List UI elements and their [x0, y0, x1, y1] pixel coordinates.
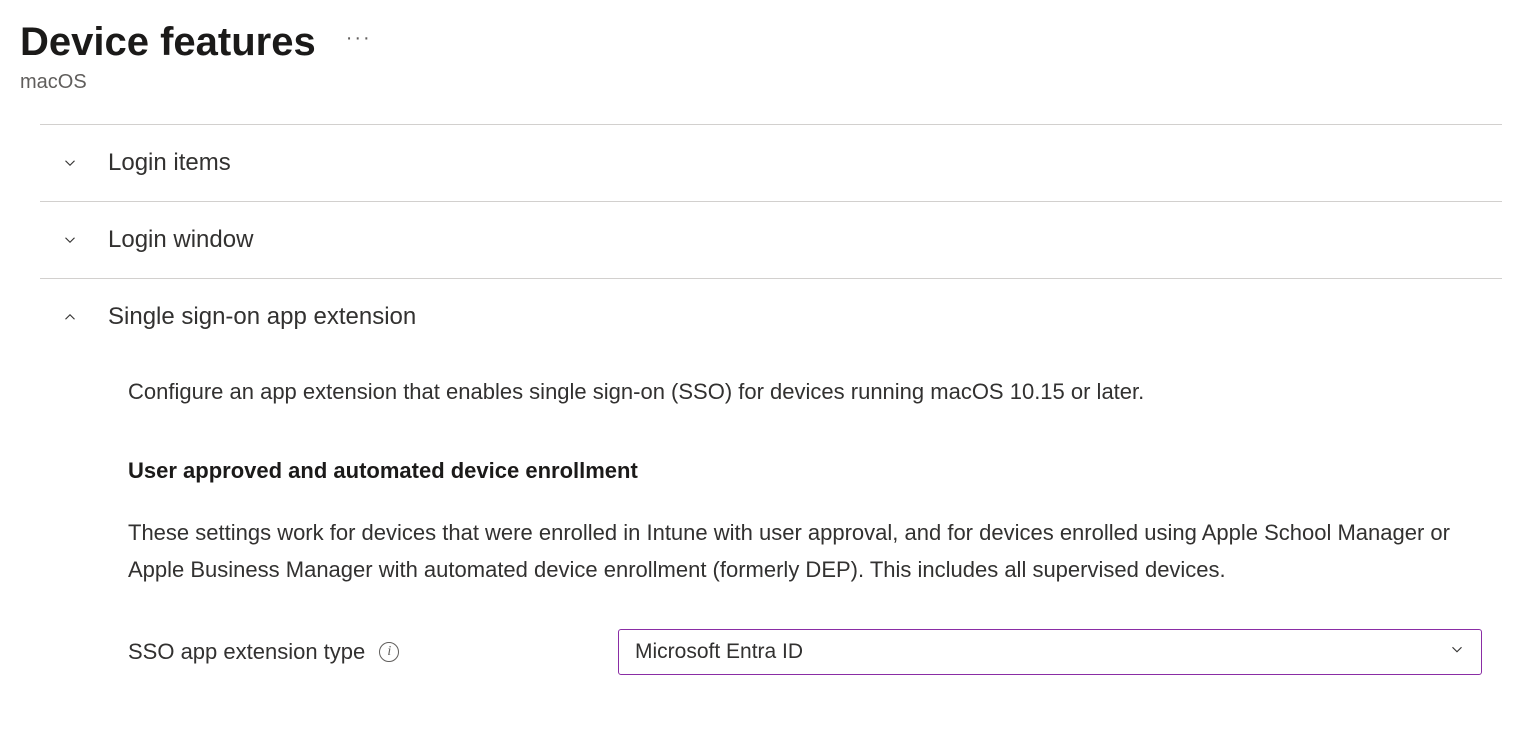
- chevron-up-icon: [60, 307, 80, 327]
- extension-type-select[interactable]: Microsoft Entra ID: [618, 629, 1482, 675]
- sso-subheading: User approved and automated device enrol…: [128, 458, 1482, 484]
- accordion-title: Single sign-on app extension: [108, 303, 416, 331]
- accordion-header-sso[interactable]: Single sign-on app extension: [40, 299, 1502, 335]
- form-row-extension-type: SSO app extension type i Microsoft Entra…: [128, 629, 1482, 675]
- accordion-content: Configure an app extension that enables …: [40, 335, 1502, 675]
- label-text: SSO app extension type: [128, 639, 365, 665]
- section-sso: Single sign-on app extension Configure a…: [40, 278, 1502, 695]
- sso-description: Configure an app extension that enables …: [128, 375, 1482, 408]
- page-subtitle: macOS: [20, 71, 1502, 94]
- accordion-header-login-items[interactable]: Login items: [40, 145, 1502, 181]
- more-icon[interactable]: ···: [346, 27, 372, 58]
- accordion-title: Login items: [108, 149, 231, 177]
- page-title: Device features: [20, 20, 316, 65]
- accordion-title: Login window: [108, 226, 253, 254]
- accordion-header-login-window[interactable]: Login window: [40, 222, 1502, 258]
- select-wrapper: Microsoft Entra ID: [618, 629, 1482, 675]
- section-login-window: Login window: [40, 201, 1502, 278]
- chevron-down-icon: [60, 230, 80, 250]
- section-login-items: Login items: [40, 124, 1502, 201]
- info-icon[interactable]: i: [379, 642, 399, 662]
- extension-type-label: SSO app extension type i: [128, 639, 598, 665]
- sso-body-text: These settings work for devices that wer…: [128, 514, 1482, 589]
- page-header: Device features ··· macOS: [20, 20, 1502, 94]
- chevron-down-icon: [60, 153, 80, 173]
- page-title-row: Device features ···: [20, 20, 1502, 65]
